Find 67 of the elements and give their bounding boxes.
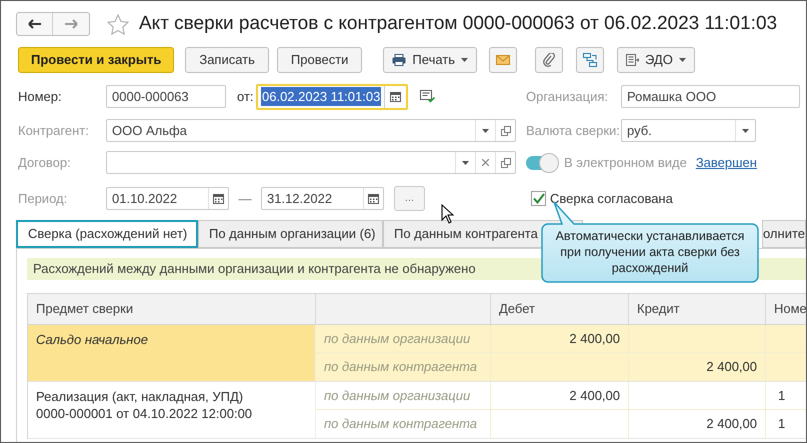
checkbox[interactable] bbox=[531, 191, 546, 206]
calendar-icon[interactable] bbox=[368, 193, 379, 204]
table-cell: 2 400,00 bbox=[491, 382, 629, 410]
date-field[interactable]: 06.02.2023 11:01:03 bbox=[256, 84, 408, 110]
forward-arrow-icon bbox=[64, 19, 78, 29]
post-and-close-button[interactable]: Провести и закрыть bbox=[18, 47, 174, 73]
currency-field[interactable]: руб. bbox=[621, 119, 756, 142]
printer-icon bbox=[392, 54, 406, 66]
back-arrow-icon bbox=[28, 19, 42, 29]
table-cell: по данным организации bbox=[316, 382, 491, 410]
field-label: Период: bbox=[18, 190, 68, 208]
clear-icon[interactable] bbox=[482, 159, 489, 166]
column-header[interactable]: Дебет bbox=[491, 294, 629, 324]
star-icon[interactable] bbox=[107, 14, 129, 34]
caret-icon bbox=[678, 58, 686, 62]
table-cell: 2 400,00 bbox=[491, 325, 629, 353]
tab[interactable]: По данным организации (6) bbox=[198, 220, 383, 248]
table-cell: 2 400,00 bbox=[629, 353, 766, 381]
print-menu-button[interactable]: Печать bbox=[383, 47, 478, 73]
document-check-icon[interactable] bbox=[420, 90, 436, 103]
column-header[interactable]: Кредит bbox=[629, 294, 766, 324]
structure-button[interactable] bbox=[576, 47, 604, 73]
dropdown-caret-icon[interactable] bbox=[462, 160, 469, 164]
field-label: Контрагент: bbox=[18, 122, 90, 140]
window-title: Акт сверки расчетов с контрагентом 0000-000063 от 06.02.2023 11:01:03 bbox=[139, 12, 778, 36]
table-cell: по данным контрагента bbox=[316, 353, 491, 381]
caret-icon bbox=[461, 58, 468, 62]
history-navigation[interactable] bbox=[16, 12, 90, 36]
check-icon bbox=[532, 193, 544, 204]
attach-button[interactable] bbox=[535, 47, 564, 73]
field-label: от: bbox=[237, 88, 255, 106]
period-end-field[interactable]: 31.12.2022 bbox=[261, 187, 384, 210]
dropdown-caret-icon[interactable] bbox=[742, 128, 749, 132]
field-label: Валюта сверки: bbox=[526, 122, 621, 140]
contract-field[interactable] bbox=[106, 151, 516, 174]
period-select-button[interactable]: ... bbox=[394, 186, 425, 211]
paperclip-icon bbox=[543, 53, 556, 67]
period-start-field[interactable]: 01.10.2022 bbox=[106, 187, 229, 210]
toggle-label: В электронном виде bbox=[564, 154, 687, 172]
toolbar-button[interactable]: Записать bbox=[185, 47, 269, 73]
counterparty-field[interactable]: ООО Альфа bbox=[106, 119, 516, 142]
tab[interactable]: Сверка (расхождений нет) bbox=[16, 220, 198, 248]
calendar-icon[interactable] bbox=[390, 91, 401, 102]
dash-separator: — bbox=[238, 190, 252, 208]
field-label: Организация: bbox=[526, 88, 610, 106]
status-link[interactable]: Завершен bbox=[696, 152, 757, 172]
envelope-icon bbox=[496, 55, 510, 65]
checkbox-label: Сверка согласована bbox=[550, 190, 673, 208]
document-list-icon bbox=[626, 54, 640, 66]
mail-button[interactable] bbox=[489, 47, 518, 73]
tab[interactable]: олните bbox=[762, 220, 806, 248]
table-cell: Сальдо начальное bbox=[28, 325, 316, 381]
organization-field[interactable]: Ромашка ООО bbox=[621, 85, 800, 108]
edo-menu-button[interactable]: ЭДО bbox=[617, 47, 695, 73]
column-header[interactable]: Предмет сверки bbox=[28, 294, 316, 324]
open-icon[interactable] bbox=[500, 126, 510, 136]
toolbar-button[interactable]: Провести bbox=[276, 47, 362, 73]
dropdown-caret-icon[interactable] bbox=[482, 128, 489, 132]
number-field[interactable]: 0000-000063 bbox=[106, 85, 226, 108]
field-label: Номер: bbox=[18, 88, 63, 106]
calendar-icon[interactable] bbox=[213, 193, 224, 204]
hierarchy-icon bbox=[583, 53, 598, 67]
field-label: Договор: bbox=[18, 154, 72, 172]
mouse-cursor-icon bbox=[441, 204, 454, 224]
open-icon[interactable] bbox=[500, 158, 510, 168]
table-cell: по данным организации bbox=[316, 325, 491, 353]
column-header[interactable]: Номе bbox=[766, 294, 806, 324]
